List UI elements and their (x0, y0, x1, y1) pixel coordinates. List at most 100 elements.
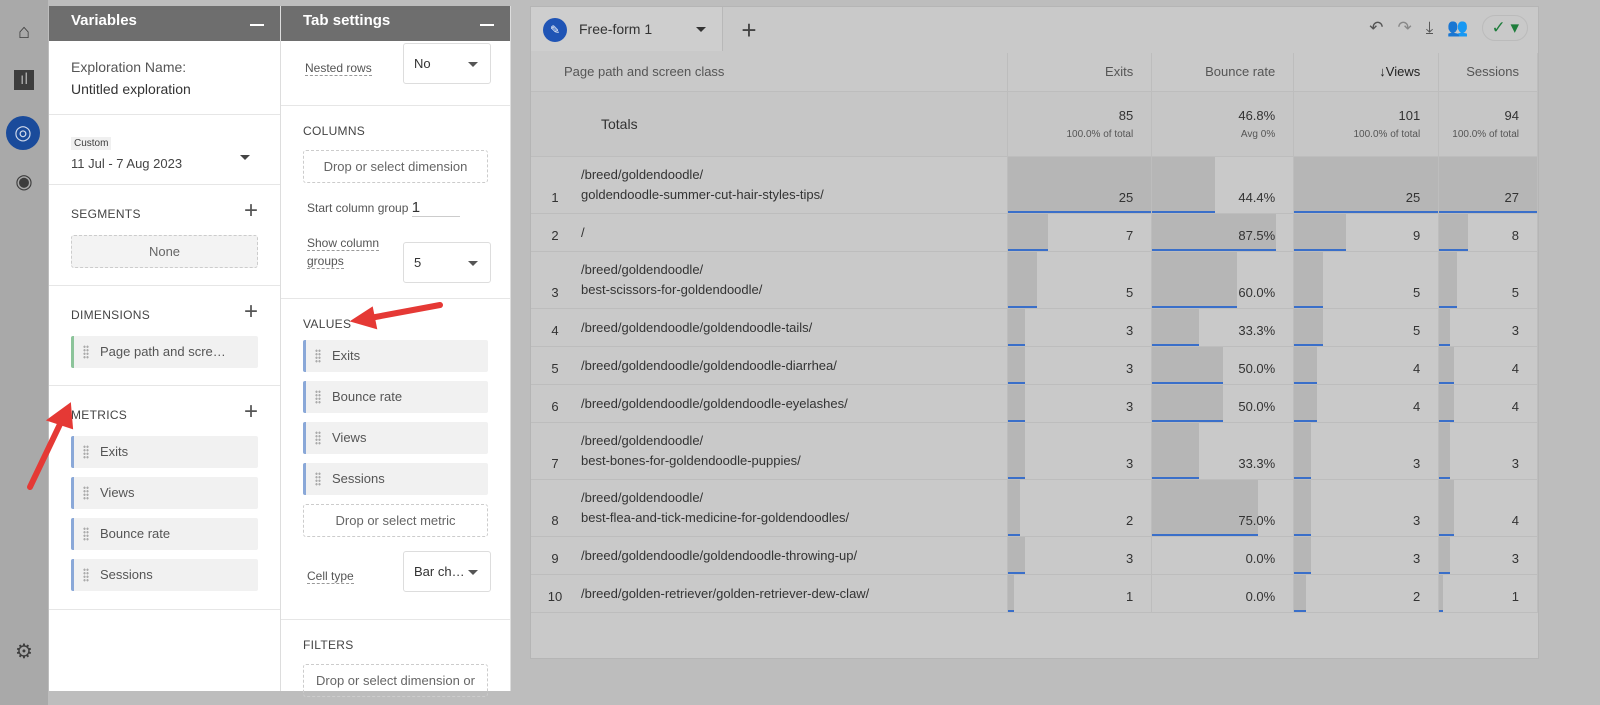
metric-chip-views[interactable]: Views (71, 477, 258, 509)
panel-title: Variables (71, 12, 137, 29)
table-row[interactable]: 6 /breed/goldendoodle/goldendoodle-eyela… (531, 384, 1538, 423)
metric-cell: 3 (1438, 308, 1538, 347)
metric-cell: 9 (1293, 213, 1440, 252)
values-drop[interactable]: Drop or select metric (303, 504, 488, 537)
column-header[interactable]: Bounce rate (1151, 53, 1295, 92)
metric-cell: 1 (1007, 574, 1153, 613)
bar (1294, 422, 1312, 479)
exploration-name[interactable]: Untitled exploration (71, 81, 258, 97)
metric-chip-exits[interactable]: Exits (71, 436, 258, 468)
table-row[interactable]: 8 /breed/goldendoodle/best-flea-and-tick… (531, 479, 1538, 537)
cell-type-label: Cell type (307, 569, 354, 584)
table-row[interactable]: 5 /breed/goldendoodle/goldendoodle-diarr… (531, 346, 1538, 385)
page-path[interactable]: /breed/goldendoodle/best-scissors-for-go… (571, 251, 1009, 309)
bar (1294, 479, 1312, 536)
variables-panel: Variables Exploration Name: Untitled exp… (49, 6, 281, 691)
metric-cell: 4 (1293, 346, 1440, 385)
filters-drop[interactable]: Drop or select dimension or (303, 664, 488, 697)
value-chip-views[interactable]: Views (303, 422, 488, 454)
page-path[interactable]: /breed/goldendoodle/best-flea-and-tick-m… (571, 479, 1009, 537)
chevron-down-icon[interactable] (696, 27, 706, 37)
add-metric-button[interactable]: + (244, 398, 258, 426)
value-chip-exits[interactable]: Exits (303, 340, 488, 372)
filters-label: FILTERS (303, 638, 354, 652)
download-icon[interactable]: ⤓ (1426, 18, 1434, 38)
reports-icon[interactable]: ıl (14, 70, 34, 90)
start-group-label: Start column group (307, 201, 409, 215)
page-path[interactable]: /breed/goldendoodle/best-bones-for-golde… (571, 422, 1009, 480)
advertising-icon[interactable]: ◉ (12, 170, 36, 194)
pencil-icon: ✎ (543, 18, 567, 42)
bar (1008, 479, 1020, 536)
page-path[interactable]: /breed/goldendoodle/goldendoodle-eyelash… (571, 384, 1009, 423)
metrics-label: METRICS (71, 408, 128, 422)
bar (1152, 346, 1223, 384)
metric-cell: 3 (1293, 536, 1440, 575)
table-row[interactable]: 9 /breed/goldendoodle/goldendoodle-throw… (531, 536, 1538, 575)
bar (1152, 308, 1200, 346)
table-row[interactable]: 7 /breed/goldendoodle/best-bones-for-gol… (531, 422, 1538, 480)
metric-cell: 3 (1007, 536, 1153, 575)
minimize-icon[interactable] (480, 24, 494, 26)
table-row[interactable]: 2 /7 87.5% 9 8 (531, 213, 1538, 252)
table-row[interactable]: 3 /breed/goldendoodle/best-scissors-for-… (531, 251, 1538, 309)
bar (1294, 251, 1324, 308)
metric-cell: 3 (1438, 536, 1538, 575)
column-header[interactable]: ↓Views (1293, 53, 1440, 92)
metric-chip-sessions[interactable]: Sessions (71, 559, 258, 591)
bar (1439, 536, 1451, 574)
metric-cell: 4 (1293, 384, 1440, 423)
tab-free-form-1[interactable]: ✎ Free-form 1 (531, 7, 723, 51)
column-header[interactable]: Exits (1007, 53, 1153, 92)
cell-type-select[interactable]: Bar ch… (403, 551, 491, 592)
redo-icon[interactable]: ↷ (1398, 18, 1412, 38)
bar (1008, 422, 1026, 479)
status-check-icon[interactable]: ✓ ▾ (1482, 15, 1528, 41)
minimize-icon[interactable] (250, 24, 264, 26)
page-path[interactable]: /breed/golden-retriever/golden-retriever… (571, 574, 1009, 613)
page-path[interactable]: / (571, 213, 1009, 252)
page-path[interactable]: /breed/goldendoodle/goldendoodle-tails/ (571, 308, 1009, 347)
page-path[interactable]: /breed/goldendoodle/goldendoodle-diarrhe… (571, 346, 1009, 385)
bar (1008, 251, 1037, 308)
table-row[interactable]: 10 /breed/golden-retriever/golden-retrie… (531, 574, 1538, 613)
page-path[interactable]: /breed/goldendoodle/goldendoodle-summer-… (571, 156, 1009, 214)
table-row[interactable]: 4 /breed/goldendoodle/goldendoodle-tails… (531, 308, 1538, 347)
metric-chip-bounce-rate[interactable]: Bounce rate (71, 518, 258, 550)
metric-cell: 3 (1007, 308, 1153, 347)
add-tab-button[interactable]: + (724, 11, 774, 51)
settings-icon[interactable]: ⚙ (12, 640, 36, 664)
metric-cell: 75.0% (1151, 479, 1295, 537)
metric-cell: 60.0% (1151, 251, 1295, 309)
bar (1439, 384, 1454, 422)
bar (1152, 251, 1237, 308)
value-chip-sessions[interactable]: Sessions (303, 463, 488, 495)
metric-cell: 7 (1007, 213, 1153, 252)
nested-rows-select[interactable]: No (403, 43, 491, 84)
bar (1152, 422, 1200, 479)
columns-drop[interactable]: Drop or select dimension (303, 150, 488, 183)
table-row[interactable]: 1 /breed/goldendoodle/goldendoodle-summe… (531, 156, 1538, 214)
metric-cell: 4 (1438, 346, 1538, 385)
metric-cell: 33.3% (1151, 308, 1295, 347)
date-range-picker[interactable]: Custom 11 Jul - 7 Aug 2023 (49, 115, 280, 185)
bar (1152, 384, 1223, 422)
add-segment-button[interactable]: + (244, 197, 258, 225)
add-dimension-button[interactable]: + (244, 298, 258, 326)
date-range: 11 Jul - 7 Aug 2023 (71, 156, 183, 171)
page-path[interactable]: /breed/goldendoodle/goldendoodle-throwin… (571, 536, 1009, 575)
dimensions-label: DIMENSIONS (71, 308, 151, 322)
explore-icon[interactable]: ◎ (6, 116, 40, 150)
left-nav: ⌂ ıl ◎ ◉ ⚙ (0, 0, 48, 705)
column-header[interactable]: Page path and screen class (531, 53, 1009, 92)
share-icon[interactable]: 👥 (1447, 18, 1468, 38)
dimension-chip[interactable]: Page path and scre… (71, 336, 258, 368)
segments-label: SEGMENTS (71, 207, 141, 221)
start-group-input[interactable]: 1 (411, 199, 461, 217)
show-groups-select[interactable]: 5 (403, 242, 491, 283)
undo-icon[interactable]: ↶ (1369, 18, 1383, 38)
segments-drop[interactable]: None (71, 235, 258, 268)
column-header[interactable]: Sessions (1438, 53, 1538, 92)
value-chip-bounce-rate[interactable]: Bounce rate (303, 381, 488, 413)
home-icon[interactable]: ⌂ (12, 20, 36, 44)
